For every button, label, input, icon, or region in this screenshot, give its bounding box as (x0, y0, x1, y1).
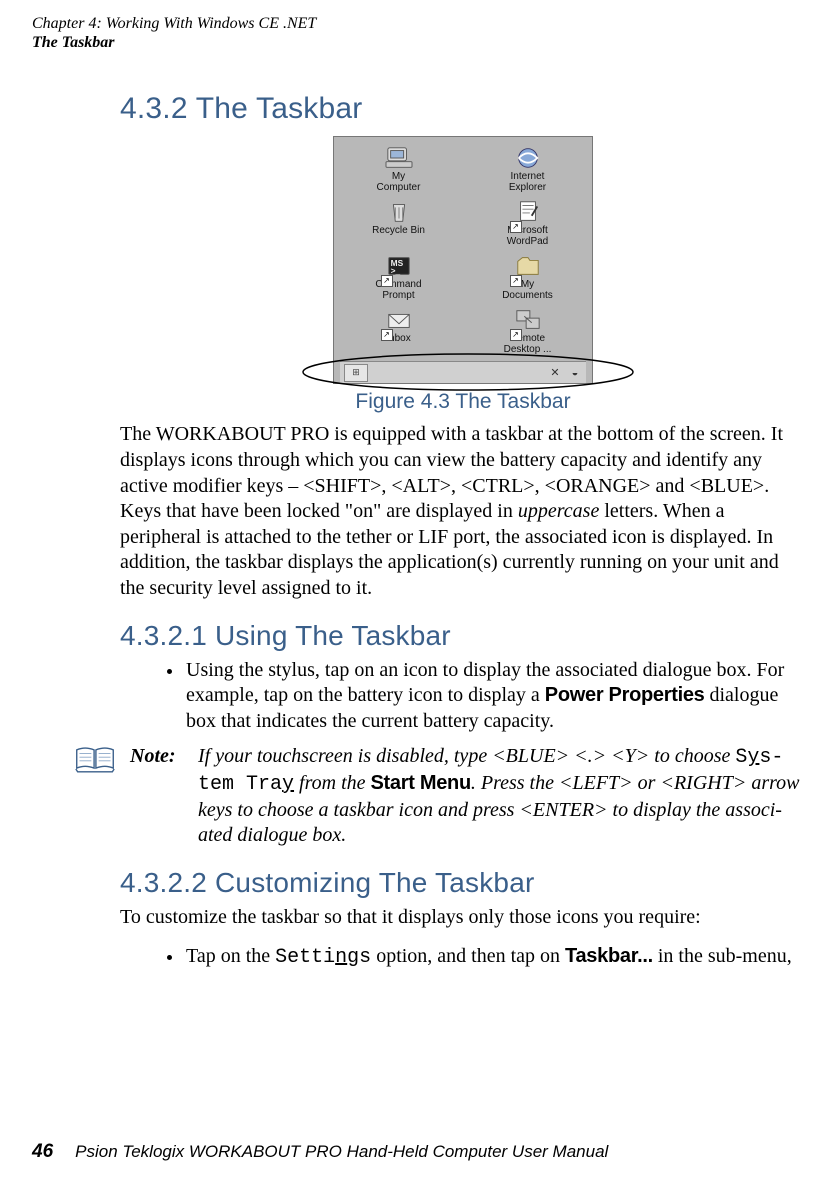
icon-internet-explorer: InternetExplorer (469, 145, 586, 193)
note-body: from the (294, 772, 370, 794)
inbox-icon (384, 307, 414, 333)
list-item-text: in the sub-menu, (653, 945, 792, 967)
list-item-text: option, and then tap on (371, 945, 565, 967)
icon-label: My (392, 171, 405, 182)
computer-icon (384, 145, 414, 171)
icon-label: Inbox (386, 333, 410, 344)
icon-command-prompt: MS>_ CommandPrompt (340, 253, 457, 301)
note-sans: Start Menu (371, 772, 471, 794)
icon-my-documents: MyDocuments (469, 253, 586, 301)
cmd-icon: MS>_ (384, 253, 414, 279)
note-book-icon (74, 744, 116, 774)
note-body: ated dialogue box. (198, 824, 346, 846)
tray-icon: ✕ (548, 366, 562, 380)
icon-label: WordPad (507, 236, 549, 247)
note-block: Note: If your touchscreen is disabled, t… (74, 744, 806, 848)
icon-label: Command (375, 279, 421, 290)
paragraph: To customize the taskbar so that it disp… (120, 905, 806, 931)
icon-label: Documents (502, 290, 553, 301)
list-item-mono: Settings (275, 946, 371, 969)
icon-label: My (521, 279, 534, 290)
icon-label: Explorer (509, 182, 546, 193)
wordpad-icon (513, 199, 543, 225)
running-head-section: The Taskbar (32, 33, 806, 52)
screenshot-desktop: MyComputer InternetExplorer Recycle Bin (333, 136, 593, 384)
icon-inbox: Inbox (340, 307, 457, 355)
bullet-list: Using the stylus, tap on an icon to disp… (120, 658, 806, 735)
footer-text: Psion Teklogix WORKABOUT PRO Hand-Held C… (75, 1142, 608, 1161)
list-item-bold: Power Properties (545, 684, 705, 706)
paragraph-em: uppercase (518, 500, 599, 522)
bullet-list: Tap on the Settings option, and then tap… (120, 944, 806, 971)
start-button-icon: ⊞ (344, 364, 368, 382)
documents-icon (513, 253, 543, 279)
note-label: Note: (130, 744, 190, 848)
list-item-text: Tap on the (186, 945, 275, 967)
icon-label: Prompt (382, 290, 414, 301)
figure-caption: Figure 4.3 The Taskbar (120, 390, 806, 414)
recycle-icon (384, 199, 414, 225)
section-heading: 4.3.2 The Taskbar (120, 92, 806, 126)
page-number: 46 (32, 1141, 53, 1162)
icon-wordpad: MicrosoftWordPad (469, 199, 586, 247)
svg-text:>_: >_ (390, 266, 400, 276)
subsection-heading: 4.3.2.2 Customizing The Taskbar (120, 867, 806, 899)
icon-label: Desktop ... (504, 344, 552, 355)
icon-label: Microsoft (507, 225, 548, 236)
running-head-chapter: Chapter 4: Working With Windows CE .NET (32, 14, 806, 33)
desktop-icon-grid: MyComputer InternetExplorer Recycle Bin (340, 145, 586, 355)
note-mono: tem Tray (198, 773, 294, 796)
rdp-icon (513, 307, 543, 333)
icon-remote-desktop: RemoteDesktop ... (469, 307, 586, 355)
list-item: Using the stylus, tap on an icon to disp… (184, 658, 806, 735)
icon-label: Recycle Bin (372, 225, 425, 236)
running-head: Chapter 4: Working With Windows CE .NET … (32, 14, 806, 52)
note-body: If your touchscreen is disabled, type <B… (198, 745, 735, 767)
icon-label: Remote (510, 333, 545, 344)
taskbar-bar: ⊞ ✕ ◒ (340, 361, 586, 383)
icon-recycle-bin: Recycle Bin (340, 199, 457, 247)
figure: MyComputer InternetExplorer Recycle Bin (120, 136, 806, 384)
icon-label: Internet (511, 171, 545, 182)
list-item-bold: Taskbar... (565, 945, 653, 967)
system-tray: ✕ ◒ (548, 366, 582, 380)
subsection-heading: 4.3.2.1 Using The Taskbar (120, 620, 806, 652)
paragraph: The WORKABOUT PRO is equipped with a tas… (120, 422, 806, 601)
ie-icon (513, 145, 543, 171)
note-mono: Sys- (735, 746, 783, 769)
note-text: Note: If your touchscreen is disabled, t… (126, 744, 806, 848)
list-item: Tap on the Settings option, and then tap… (184, 944, 806, 971)
icon-my-computer: MyComputer (340, 145, 457, 193)
icon-label: Computer (377, 182, 421, 193)
page-footer: 46 Psion Teklogix WORKABOUT PRO Hand-Held… (32, 1141, 608, 1163)
tray-icon: ◒ (568, 366, 582, 380)
